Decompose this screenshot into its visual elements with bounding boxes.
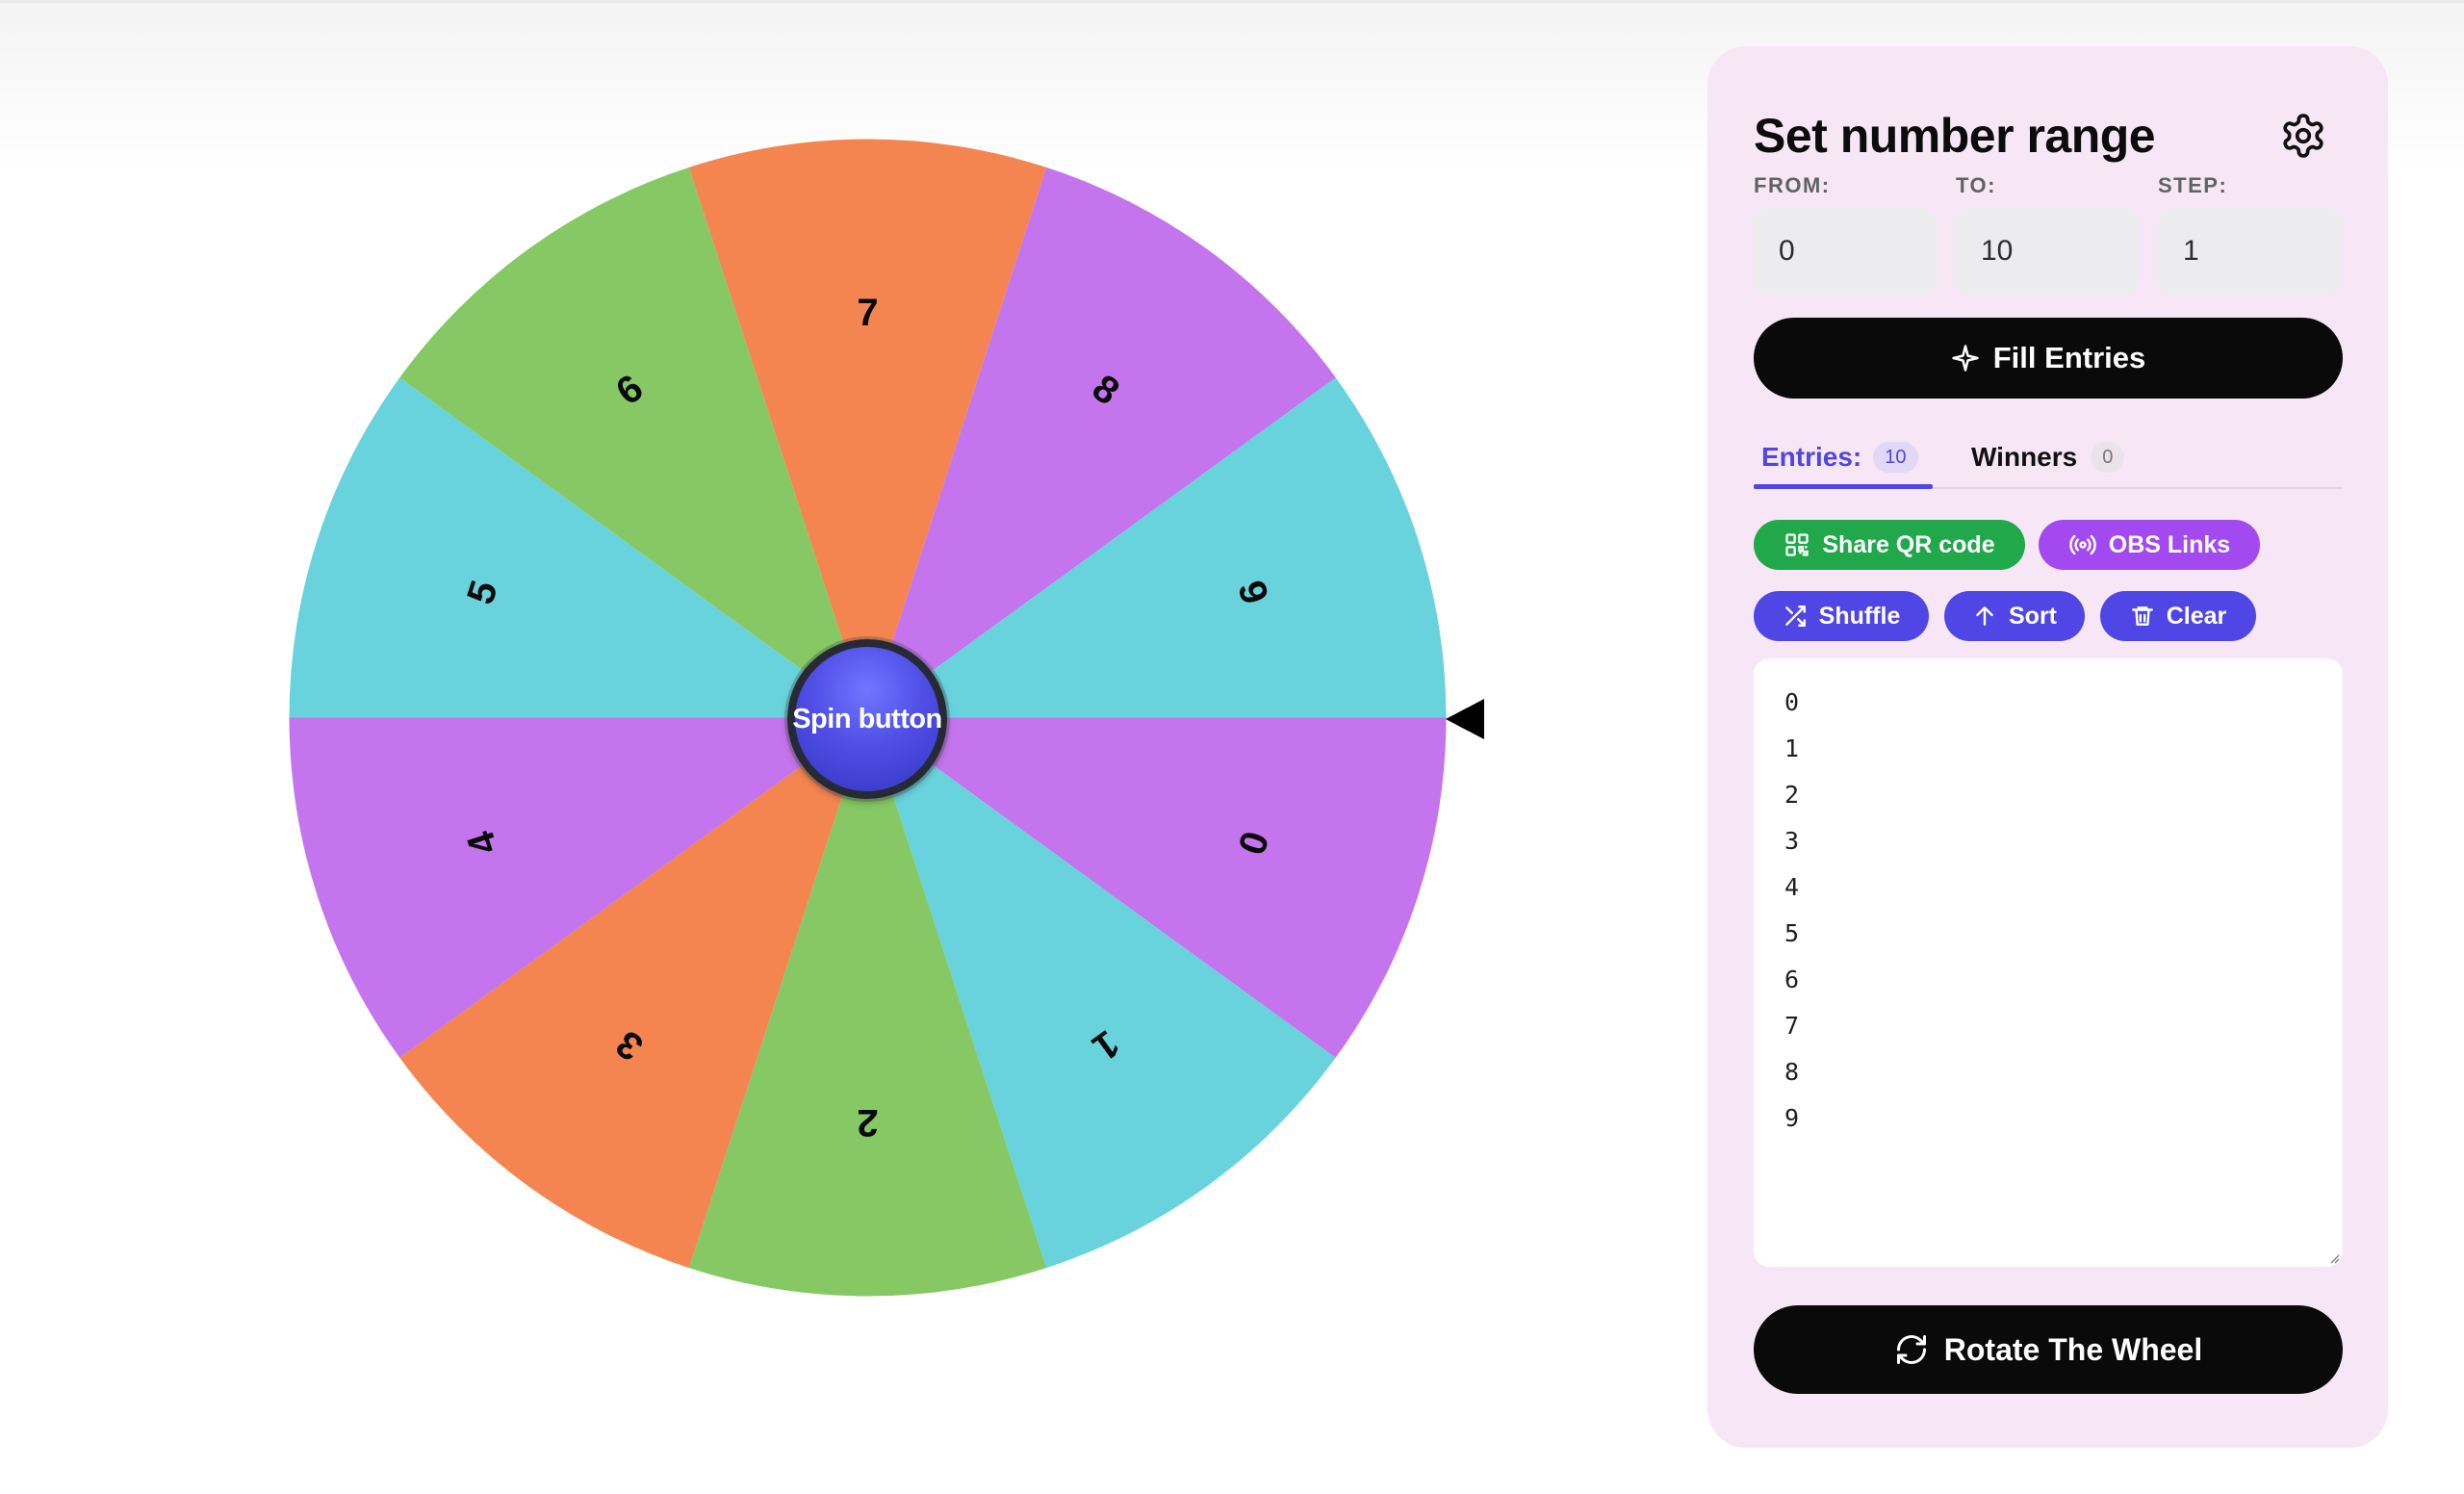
shuffle-icon [1784, 605, 1806, 627]
entry-line: 8 [1784, 1058, 1800, 1086]
to-label: TO: [1956, 173, 1996, 197]
rotate-wheel-button[interactable]: Rotate The Wheel [1754, 1305, 2343, 1394]
tab-entries[interactable]: Entries: 10 [1754, 441, 1933, 487]
broadcast-icon [2069, 534, 2096, 555]
tab-winners[interactable]: Winners 0 [1971, 441, 2125, 487]
entries-tabs: Entries: 10 Winners 0 [1754, 441, 2343, 489]
from-label: FROM: [1754, 173, 1831, 197]
shuffle-button[interactable]: Shuffle [1754, 591, 1929, 641]
share-qr-button[interactable]: Share QR code [1754, 520, 2025, 570]
winners-count-badge: 0 [2091, 442, 2125, 473]
rotate-wheel-label: Rotate The Wheel [1943, 1331, 2203, 1367]
step-input[interactable] [2158, 208, 2341, 295]
tab-entries-label: Entries: [1761, 442, 1862, 472]
entry-line: 0 [1784, 688, 1800, 716]
refresh-icon [1896, 1335, 1926, 1364]
to-input[interactable] [1956, 208, 2139, 295]
clear-label: Clear [2166, 602, 2227, 630]
clear-button[interactable]: Clear [2100, 591, 2256, 641]
entries-textarea[interactable]: 0 1 2 3 4 5 6 7 8 9 [1754, 658, 2343, 1267]
from-input[interactable] [1754, 208, 1937, 295]
obs-links-label: OBS Links [2108, 530, 2231, 558]
entry-line: 2 [1784, 781, 1800, 809]
entry-line: 3 [1784, 827, 1800, 855]
trash-icon [2131, 606, 2153, 626]
wheel-area: 0123456789 Spin button [0, 0, 1675, 1494]
wheel-slice-label: 2 [857, 1101, 878, 1144]
share-qr-label: Share QR code [1822, 530, 1995, 558]
active-tab-indicator [1754, 484, 1933, 489]
entry-line: 4 [1784, 873, 1800, 901]
wheel-pointer [1446, 699, 1484, 739]
shuffle-label: Shuffle [1818, 602, 1901, 630]
fill-entries-label: Fill Entries [1992, 341, 2146, 374]
qr-code-icon [1785, 533, 1810, 556]
panel-title: Set number range [1754, 109, 2156, 163]
entries-count-badge: 10 [1873, 442, 1918, 473]
arrow-up-icon [1976, 606, 1993, 626]
wheel-slice-label: 7 [857, 292, 878, 334]
entry-line: 1 [1784, 734, 1800, 762]
step-label: STEP: [2158, 173, 2228, 197]
sort-label: Sort [2009, 602, 2057, 630]
entry-line: 9 [1784, 1104, 1800, 1132]
entry-line: 7 [1784, 1012, 1800, 1040]
fill-entries-button[interactable]: Fill Entries [1754, 318, 2343, 399]
obs-links-button[interactable]: OBS Links [2039, 520, 2260, 570]
entry-line: 6 [1784, 966, 1800, 993]
sparkle-icon [1952, 345, 1979, 372]
resize-grip-icon[interactable] [2325, 1249, 2341, 1265]
spin-button[interactable]: Spin button [787, 639, 947, 799]
sort-button[interactable]: Sort [1944, 591, 2085, 641]
entry-line: 5 [1784, 919, 1800, 947]
gear-icon[interactable] [2279, 112, 2327, 160]
tab-winners-label: Winners [1971, 442, 2078, 472]
settings-panel: Set number range FROM: TO: STEP: Fill En… [1707, 46, 2388, 1448]
